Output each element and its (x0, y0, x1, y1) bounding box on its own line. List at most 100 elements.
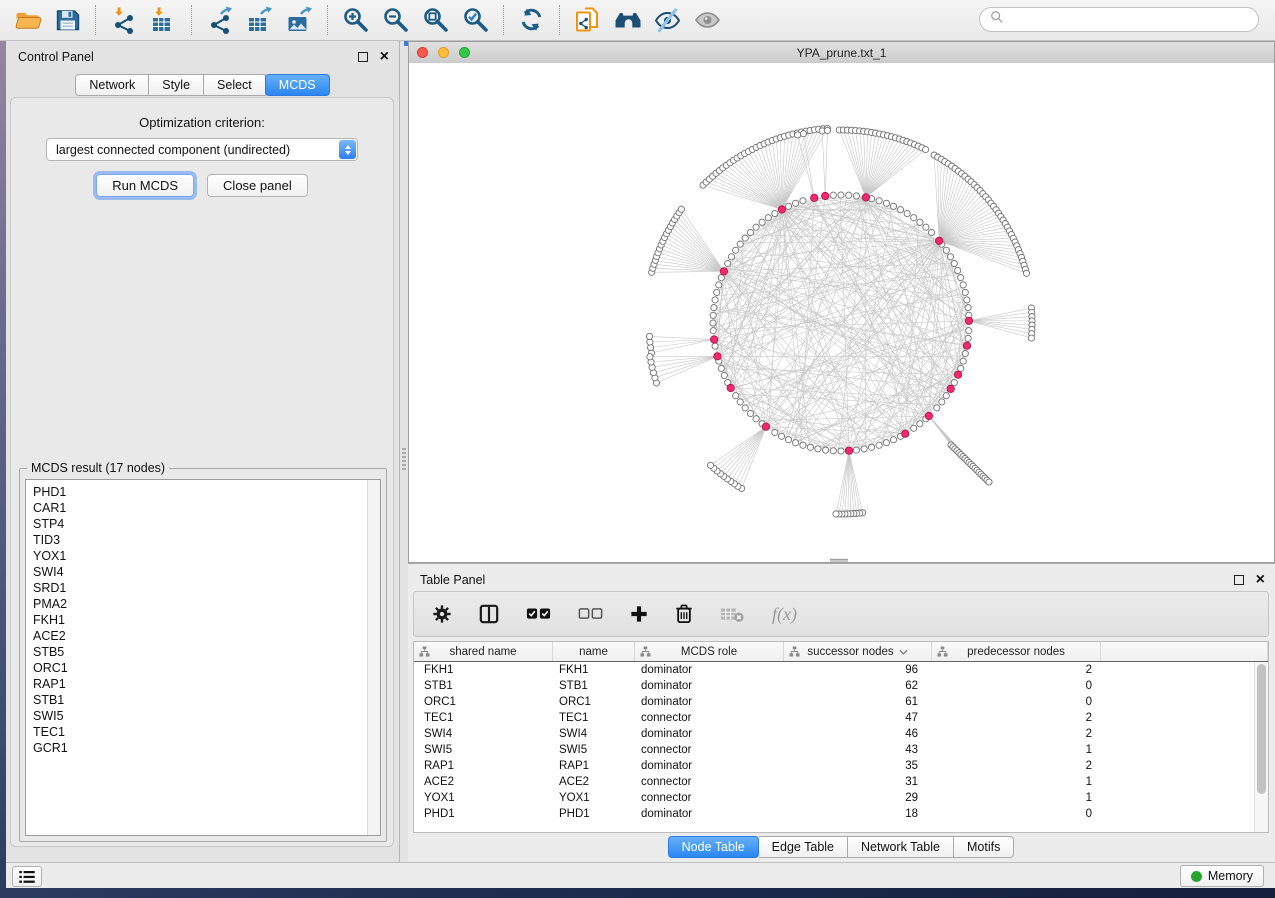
hide-selected-icon[interactable] (650, 3, 686, 37)
network-window: YPA_prune.txt_1 (408, 41, 1275, 563)
network-graph[interactable] (409, 63, 1274, 562)
desktop-background: Control Panel × NetworkStyleSelectMCDS O… (0, 0, 1275, 898)
export-image-icon[interactable] (282, 3, 318, 37)
column-header-name[interactable]: name (553, 642, 635, 661)
mcds-result-item[interactable]: ORC1 (33, 660, 380, 676)
tab-node-table[interactable]: Node Table (668, 836, 759, 858)
close-panel-icon[interactable]: × (380, 51, 389, 63)
table-row[interactable]: STB1STB1dominator620 (414, 678, 1268, 694)
export-table-icon[interactable] (242, 3, 278, 37)
network-window-title: YPA_prune.txt_1 (797, 46, 887, 60)
close-traffic-light[interactable] (417, 47, 428, 58)
mcds-result-item[interactable]: PMA2 (33, 596, 380, 612)
vertical-splitter[interactable] (400, 41, 408, 862)
import-network-icon[interactable] (106, 3, 142, 37)
table-scrollbar[interactable] (1254, 662, 1268, 832)
mcds-result-list[interactable]: PHD1CAR1STP4TID3YOX1SWI4SRD1PMA2FKH1ACE2… (25, 479, 381, 836)
mcds-result-item[interactable]: STP4 (33, 516, 380, 532)
status-bar: Memory (6, 862, 1275, 888)
mcds-result-item[interactable]: CAR1 (33, 500, 380, 516)
mcds-result-item[interactable]: RAP1 (33, 676, 380, 692)
mcds-result-item[interactable]: TID3 (33, 532, 380, 548)
mcds-result-item[interactable]: YOX1 (33, 548, 380, 564)
save-session-icon[interactable] (50, 3, 86, 37)
zoom-in-icon[interactable] (338, 3, 374, 37)
table-row[interactable]: ORC1ORC1dominator610 (414, 694, 1268, 710)
zoom-out-icon[interactable] (378, 3, 414, 37)
mcds-result-title: MCDS result (17 nodes) (27, 461, 169, 475)
split-view-icon[interactable] (479, 604, 499, 624)
column-header-shared-name[interactable]: shared name (414, 642, 553, 661)
tab-edge-table[interactable]: Edge Table (759, 836, 848, 858)
first-neighbors-icon[interactable] (610, 3, 646, 37)
column-settings-icon[interactable] (432, 604, 452, 624)
column-header-filler (1101, 642, 1268, 661)
memory-button[interactable]: Memory (1180, 865, 1264, 887)
tab-network-table[interactable]: Network Table (848, 836, 954, 858)
float-panel-icon[interactable] (358, 52, 368, 62)
zoom-selected-icon[interactable] (458, 3, 494, 37)
create-column-icon[interactable] (630, 605, 648, 623)
zoom-fit-icon[interactable] (418, 3, 454, 37)
mcds-result-item[interactable]: SWI4 (33, 564, 380, 580)
network-window-titlebar[interactable]: YPA_prune.txt_1 (409, 42, 1274, 64)
table-row[interactable]: SWI5SWI5connector431 (414, 742, 1268, 758)
table-row[interactable]: YOX1YOX1connector291 (414, 790, 1268, 806)
refresh-icon[interactable] (514, 3, 550, 37)
tab-motifs[interactable]: Motifs (954, 836, 1014, 858)
show-all-icon[interactable] (690, 3, 726, 37)
search-field[interactable] (979, 7, 1259, 32)
panel-menu-button[interactable] (12, 866, 42, 887)
scrollbar-thumb[interactable] (1257, 664, 1266, 794)
optimization-criterion-select[interactable]: largest connected component (undirected) (46, 138, 358, 161)
select-all-icon[interactable] (526, 607, 551, 621)
tab-mcds[interactable]: MCDS (265, 74, 330, 96)
open-session-icon[interactable] (10, 3, 46, 37)
mcds-result-item[interactable]: GCR1 (33, 740, 380, 756)
column-header-predecessor-nodes[interactable]: predecessor nodes (932, 642, 1101, 661)
node-table: shared namenameMCDS rolesuccessor nodesp… (413, 641, 1269, 833)
memory-label: Memory (1208, 869, 1253, 883)
toolbar-separator (95, 5, 97, 35)
column-header-successor-nodes[interactable]: successor nodes (784, 642, 932, 661)
table-row[interactable]: ACE2ACE2connector311 (414, 774, 1268, 790)
float-table-panel-icon[interactable] (1234, 575, 1244, 585)
mcds-result-item[interactable]: FKH1 (33, 612, 380, 628)
mcds-result-item[interactable]: TEC1 (33, 724, 380, 740)
mcds-result-item[interactable]: ACE2 (33, 628, 380, 644)
column-header-mcds-role[interactable]: MCDS role (635, 642, 784, 661)
mcds-result-item[interactable]: STB5 (33, 644, 380, 660)
table-row[interactable]: RAP1RAP1dominator352 (414, 758, 1268, 774)
toolbar-buttons (0, 0, 728, 40)
tab-network[interactable]: Network (75, 74, 149, 96)
mcds-result-item[interactable]: SWI5 (33, 708, 380, 724)
close-panel-button[interactable]: Close panel (207, 174, 308, 197)
mcds-result-item[interactable]: SRD1 (33, 580, 380, 596)
delete-column-icon[interactable] (675, 604, 693, 624)
close-table-panel-icon[interactable]: × (1256, 574, 1265, 586)
mcds-result-group: MCDS result (17 nodes) PHD1CAR1STP4TID3Y… (19, 468, 387, 842)
table-row[interactable]: SWI4SWI4dominator462 (414, 726, 1268, 742)
splitter-grip[interactable] (402, 446, 406, 472)
import-table-icon[interactable] (146, 3, 182, 37)
search-input[interactable] (1010, 12, 1248, 28)
table-tabs: Node TableEdge TableNetwork TableMotifs (408, 836, 1275, 858)
minimize-traffic-light[interactable] (438, 47, 449, 58)
clone-network-icon[interactable] (570, 3, 606, 37)
mcds-result-item[interactable]: STB1 (33, 692, 380, 708)
maximize-traffic-light[interactable] (459, 47, 470, 58)
tab-style[interactable]: Style (149, 74, 204, 96)
mcds-result-item[interactable]: PHD1 (33, 484, 380, 500)
export-network-icon[interactable] (202, 3, 238, 37)
table-panel: Table Panel × f(x) shared namenameMCDS r… (408, 563, 1275, 862)
tab-select[interactable]: Select (204, 74, 266, 96)
deselect-all-icon[interactable] (578, 607, 603, 621)
table-row[interactable]: FKH1FKH1dominator962 (414, 662, 1268, 678)
toolbar-separator (559, 5, 561, 35)
table-row[interactable]: PHD1PHD1dominator180 (414, 806, 1268, 822)
network-canvas[interactable] (409, 63, 1274, 562)
run-mcds-button[interactable]: Run MCDS (96, 174, 194, 197)
table-row[interactable]: TEC1TEC1connector472 (414, 710, 1268, 726)
mcds-list-scrollbar[interactable] (367, 480, 380, 835)
mcds-buttons-row: Run MCDS Close panel (11, 174, 393, 197)
